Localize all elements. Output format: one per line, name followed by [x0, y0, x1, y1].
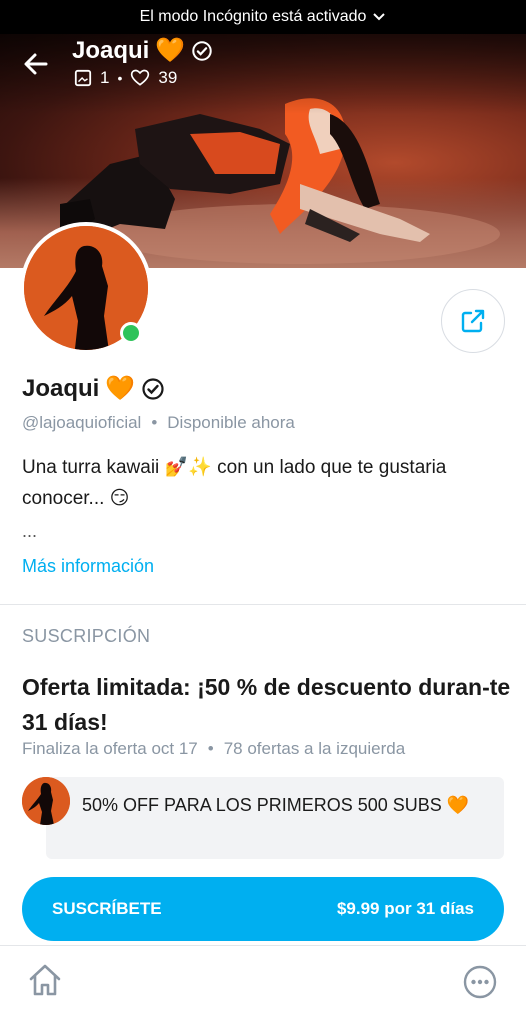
offers-left: 78 ofertas a la izquierda: [223, 739, 406, 758]
heart-emoji: 🧡: [105, 375, 136, 402]
cover-title: Joaqui 🧡: [72, 36, 213, 65]
heart-emoji: 🧡: [155, 37, 186, 64]
subscription-heading: SUSCRIPCIÓN: [22, 626, 151, 646]
handle-row: @lajoaquioficial • Disponible ahora: [22, 413, 295, 432]
section-divider: [0, 604, 526, 605]
bio-ellipsis: ...: [22, 521, 38, 541]
media-count: 1: [100, 68, 110, 87]
offer-end-date: Finaliza la oferta oct 17: [22, 739, 198, 758]
chevron-down-icon: [373, 13, 386, 21]
promo-message-text: 50% OFF PARA LOS PRIMEROS 500 SUBS 🧡: [82, 795, 470, 815]
back-arrow-icon: [24, 53, 48, 75]
availability-status: Disponible ahora: [167, 413, 295, 432]
back-button[interactable]: [20, 48, 52, 80]
profile-handle: @lajoaquioficial: [22, 413, 142, 432]
home-icon: [29, 964, 61, 996]
offer-title: Oferta limitada: ¡50 % de descuento dura…: [22, 674, 511, 735]
home-button[interactable]: [26, 961, 64, 999]
image-icon: [74, 69, 92, 87]
cover-name-text: Joaqui: [72, 36, 150, 64]
likes-count: 39: [158, 68, 178, 87]
share-button[interactable]: [441, 289, 505, 353]
cover-stats: 1 • 39: [74, 68, 177, 88]
promo-avatar-silhouette: [22, 777, 70, 825]
offer-meta: Finaliza la oferta oct 17 • 78 ofertas a…: [22, 739, 406, 758]
incognito-text: El modo Incógnito está activado: [139, 8, 367, 25]
profile-name: Joaqui 🧡: [22, 374, 165, 403]
subscribe-label: SUSCRÍBETE: [52, 899, 162, 918]
verified-icon: [142, 377, 164, 400]
more-info-link[interactable]: Más información: [22, 556, 154, 577]
subscribe-price: $9.99 por 31 días: [336, 899, 474, 918]
bottom-nav-divider: [0, 945, 526, 946]
promo-avatar: [22, 777, 70, 825]
subscribe-button[interactable]: SUSCRÍBETE $9.99 por 31 días: [22, 877, 504, 941]
online-status-dot: [120, 322, 142, 344]
verified-icon: [192, 40, 212, 61]
profile-bio: Una turra kawaii 💅✨ con un lado que te g…: [22, 457, 447, 509]
incognito-bar[interactable]: El modo Incógnito está activado: [0, 0, 526, 34]
promo-message-bubble: 50% OFF PARA LOS PRIMEROS 500 SUBS 🧡: [46, 777, 504, 859]
more-options-button[interactable]: [463, 965, 497, 999]
profile-name-text: Joaqui: [22, 374, 100, 402]
share-icon: [461, 309, 485, 333]
more-options-icon: [463, 965, 497, 999]
heart-icon: [131, 69, 150, 86]
